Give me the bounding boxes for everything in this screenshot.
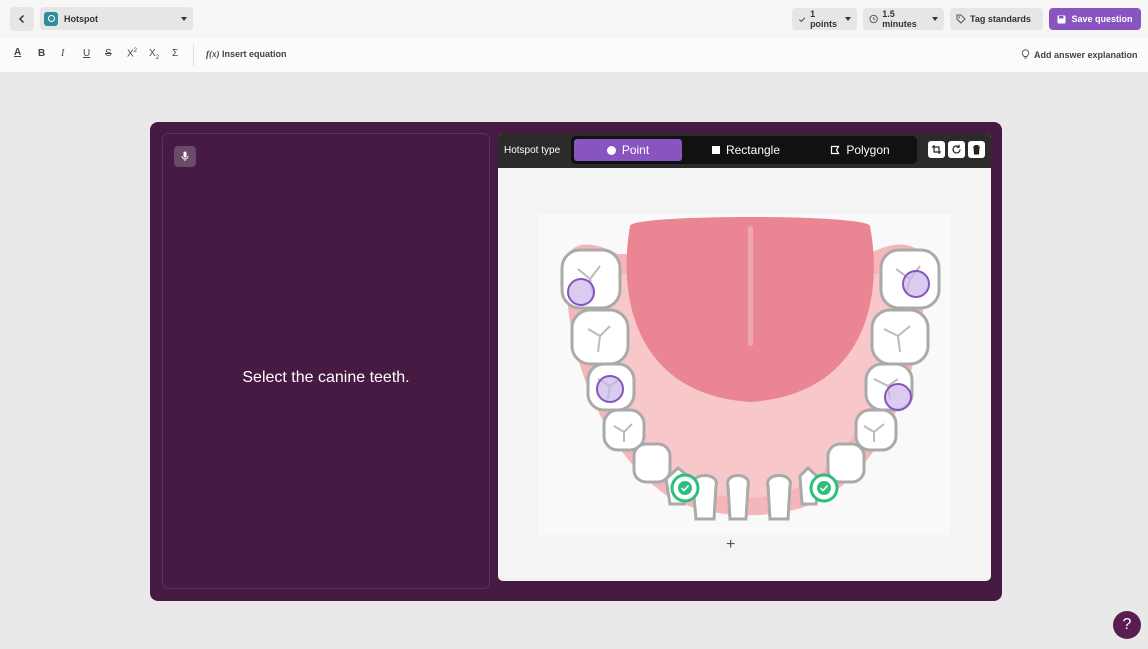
hotspot-marker-correct[interactable] bbox=[670, 473, 700, 503]
points-select[interactable]: 1 points bbox=[792, 8, 857, 30]
add-explanation-label: Add answer explanation bbox=[1034, 49, 1138, 60]
polygon-icon bbox=[831, 145, 840, 155]
hotspot-marker-unselected[interactable] bbox=[596, 375, 624, 403]
back-button[interactable] bbox=[10, 7, 34, 31]
hotspot-toolbar: Hotspot type Point Rectangle Polygon bbox=[498, 133, 991, 168]
crop-icon bbox=[932, 145, 941, 154]
add-explanation-button[interactable]: Add answer explanation bbox=[1021, 49, 1138, 60]
teeth-image[interactable] bbox=[538, 214, 951, 535]
time-label: 1.5 minutes bbox=[882, 9, 917, 29]
check-icon bbox=[798, 16, 806, 22]
bold-icon[interactable]: B bbox=[38, 48, 45, 59]
tag-icon bbox=[956, 14, 966, 24]
rectangle-icon bbox=[711, 146, 720, 154]
microphone-button[interactable] bbox=[174, 146, 196, 167]
chevron-down-icon bbox=[181, 16, 187, 21]
hotspot-option-point[interactable]: Point bbox=[574, 139, 682, 161]
time-select[interactable]: 1.5 minutes bbox=[863, 8, 944, 30]
question-type-label: Hotspot bbox=[64, 13, 98, 24]
add-hotspot-icon[interactable]: + bbox=[726, 536, 735, 554]
top-bar: Hotspot 1 points 1.5 minutes Tag standar… bbox=[0, 0, 1148, 38]
sigma-icon[interactable]: Σ bbox=[172, 48, 178, 59]
save-icon bbox=[1057, 15, 1066, 23]
question-card: Select the canine teeth. Hotspot type Po… bbox=[150, 122, 1002, 601]
chevron-left-icon bbox=[18, 14, 25, 24]
save-question-label: Save question bbox=[1071, 14, 1133, 24]
trash-icon bbox=[973, 144, 980, 155]
toolbar-divider bbox=[193, 44, 194, 66]
format-toolbar: A B I U S X2 X2 Σ f(x) Insert equation A… bbox=[0, 38, 1148, 72]
function-icon: f(x) bbox=[206, 49, 220, 59]
tag-standards-label: Tag standards bbox=[970, 14, 1031, 24]
points-label: 1 points bbox=[810, 9, 838, 29]
hotspot-marker-correct[interactable] bbox=[809, 473, 839, 503]
question-type-select[interactable]: Hotspot bbox=[40, 7, 193, 30]
delete-image-button[interactable] bbox=[968, 141, 985, 158]
hotspot-type-label: Hotspot type bbox=[504, 145, 561, 156]
teeth-diagram bbox=[560, 217, 941, 521]
insert-equation-button[interactable]: f(x) Insert equation bbox=[206, 49, 287, 59]
point-label: Point bbox=[621, 143, 650, 157]
crop-button[interactable] bbox=[928, 141, 945, 158]
polygon-label: Polygon bbox=[846, 143, 890, 157]
hotspot-option-polygon[interactable]: Polygon bbox=[807, 139, 913, 161]
hotspot-editor: Hotspot type Point Rectangle Polygon + bbox=[498, 133, 991, 581]
rectangle-label: Rectangle bbox=[725, 143, 781, 157]
help-icon: ? bbox=[1122, 616, 1132, 633]
strikethrough-icon[interactable]: S bbox=[105, 48, 112, 59]
chevron-down-icon bbox=[845, 17, 851, 21]
hotspot-type-segmented-control: Point Rectangle Polygon bbox=[571, 136, 917, 164]
hotspot-type-icon bbox=[44, 11, 58, 26]
subscript-icon[interactable]: X2 bbox=[149, 48, 159, 61]
chevron-down-icon bbox=[932, 17, 938, 21]
underline-icon[interactable]: U bbox=[83, 48, 90, 59]
superscript-icon[interactable]: X2 bbox=[127, 48, 137, 59]
hotspot-marker-unselected[interactable] bbox=[884, 383, 912, 411]
hotspot-option-rectangle[interactable]: Rectangle bbox=[691, 139, 801, 161]
refresh-icon bbox=[952, 144, 961, 154]
insert-equation-label: Insert equation bbox=[222, 49, 287, 59]
save-question-button[interactable]: Save question bbox=[1049, 8, 1141, 30]
hotspot-marker-unselected[interactable] bbox=[902, 270, 930, 298]
question-text[interactable]: Select the canine teeth. bbox=[163, 369, 489, 387]
italic-icon[interactable]: I bbox=[61, 48, 64, 59]
hotspot-marker-unselected[interactable] bbox=[567, 278, 595, 306]
point-icon bbox=[606, 145, 616, 155]
question-pane[interactable]: Select the canine teeth. bbox=[162, 133, 490, 589]
tongue-midline bbox=[748, 226, 753, 346]
tag-standards-button[interactable]: Tag standards bbox=[950, 8, 1043, 30]
lightbulb-icon bbox=[1021, 49, 1030, 59]
replace-image-button[interactable] bbox=[948, 141, 965, 158]
microphone-icon bbox=[181, 151, 189, 161]
help-button[interactable]: ? bbox=[1113, 611, 1141, 639]
text-color-icon[interactable]: A bbox=[14, 47, 21, 58]
clock-icon bbox=[869, 14, 878, 24]
